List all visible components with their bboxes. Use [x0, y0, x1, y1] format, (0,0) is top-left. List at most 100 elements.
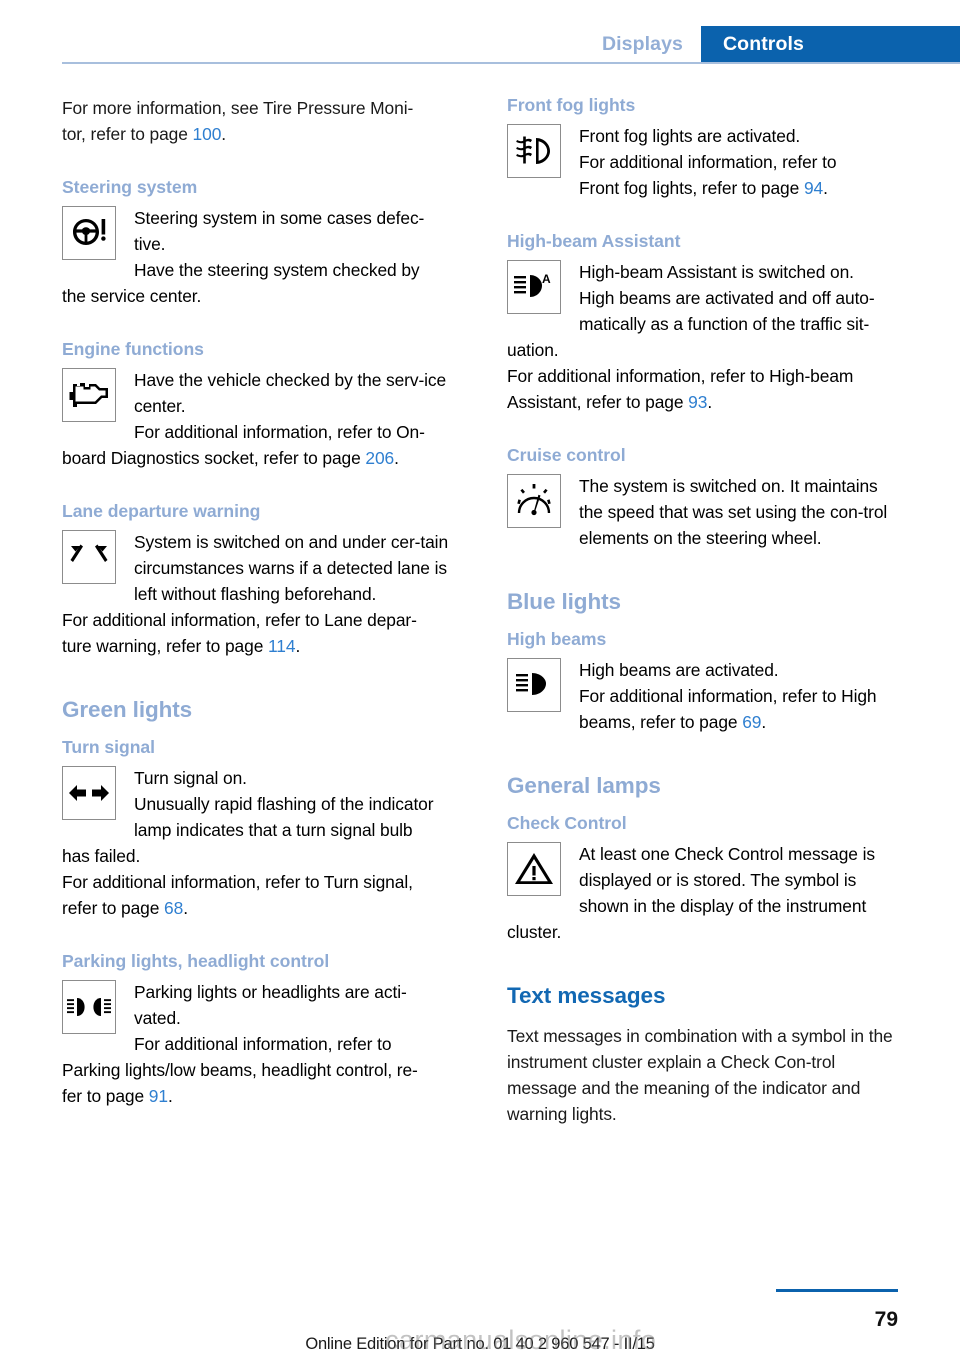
cruise-control-gauge-icon	[507, 474, 561, 528]
heading-check-control: Check Control	[507, 813, 627, 833]
entry-turn-signal: Turn signal on. Unusually rapid flashing…	[62, 765, 453, 921]
check-control-text-1: At least one Check Control message is di…	[579, 844, 875, 916]
parking-lights-text-1: Parking lights or headlights are acti-va…	[134, 982, 407, 1028]
page-header: Displays Controls	[0, 0, 960, 64]
steering-system-text: Steering system in some cases defec-tive…	[134, 205, 453, 283]
header-tabs: Displays Controls	[591, 26, 960, 62]
entry-high-beams: High beams are activated. For additional…	[507, 657, 898, 735]
heading-text-messages: Text messages	[507, 983, 666, 1008]
page-reference-93[interactable]: 93	[688, 392, 707, 412]
hba-text-1: High-beam Assistant is switched on.	[579, 262, 854, 282]
check-control-text-2: cluster.	[507, 922, 562, 942]
high-beam-icon	[507, 658, 561, 712]
parking-lights-text-4-prefix: fer to page	[62, 1086, 149, 1106]
parking-lights-wrap: Parking lights/low beams, headlight cont…	[62, 1057, 453, 1109]
page-reference-206[interactable]: 206	[365, 448, 394, 468]
parking-lights-text-2: For additional information, refer to	[134, 1034, 392, 1054]
heading-engine-functions: Engine functions	[62, 339, 204, 359]
check-control-text: At least one Check Control message is di…	[579, 841, 898, 919]
two-column-layout: For more information, see Tire Pressure …	[62, 95, 898, 1127]
steering-text-1: Steering system in some cases defec-tive…	[134, 208, 425, 254]
engine-text: Have the vehicle checked by the serv-ice…	[134, 367, 453, 445]
hba-text-5-suffix: .	[707, 392, 713, 412]
high-beam-assistant-text: High-beam Assistant is switched on. High…	[579, 259, 898, 337]
heading-front-fog-lights: Front fog lights	[507, 95, 636, 115]
heading-high-beams: High beams	[507, 629, 607, 649]
hba-text-5-prefix: Assistant, refer to page	[507, 392, 689, 412]
intro-line-2-prefix: tor, refer to page	[62, 124, 193, 144]
cruise-control-text-1: The system is switched on. It maintains …	[579, 476, 888, 548]
page-reference-114[interactable]: 114	[268, 636, 296, 656]
entry-check-control: At least one Check Control message is di…	[507, 841, 898, 945]
front-fog-text-3-suffix: .	[823, 178, 828, 198]
page-number: 79	[874, 1308, 898, 1331]
turn-signal-text-3: has failed.	[62, 846, 141, 866]
lane-text: System is switched on and under cer-tain…	[134, 529, 453, 607]
heading-turn-signal: Turn signal	[62, 737, 155, 757]
turn-signal-text-1: Turn signal on.	[134, 768, 247, 788]
steering-wheel-warning-icon	[62, 206, 116, 260]
entry-front-fog-lights: Front fog lights are activated. For addi…	[507, 123, 898, 201]
turn-signal-text-2: Unusually rapid flashing of the indicato…	[134, 794, 434, 840]
heading-steering-system: Steering system	[62, 177, 198, 197]
front-fog-text-3: Front fog lights, refer to page 94.	[579, 175, 898, 201]
intro-line-2-suffix: .	[221, 124, 226, 144]
entry-cruise-control: The system is switched on. It maintains …	[507, 473, 898, 551]
hba-text-3: uation.	[507, 340, 559, 360]
front-fog-text-3-prefix: Front fog lights, refer to page	[579, 178, 804, 198]
warning-triangle-icon	[507, 842, 561, 896]
header-divider	[62, 62, 960, 64]
page-reference-91[interactable]: 91	[149, 1086, 168, 1106]
engine-text-1: Have the vehicle checked by the serv-ice…	[134, 370, 447, 416]
intro-line-1: For more information, see Tire Pressure …	[62, 98, 414, 118]
hba-text-4: For additional information, refer to Hig…	[507, 366, 854, 386]
cruise-control-text: The system is switched on. It maintains …	[579, 473, 898, 551]
svg-text:A: A	[542, 272, 551, 286]
high-beams-text-3: beams, refer to page 69.	[579, 709, 898, 735]
heading-green-lights: Green lights	[62, 697, 193, 722]
turn-signal-text: Turn signal on. Unusually rapid flashing…	[134, 765, 453, 843]
tab-displays[interactable]: Displays	[591, 26, 701, 62]
page-reference-100[interactable]: 100	[193, 124, 222, 144]
right-column: Front fog lights Front fog lights are ac…	[507, 95, 898, 1127]
turn-signal-wrap: has failed. For additional information, …	[62, 843, 453, 921]
high-beams-text-3-prefix: beams, refer to page	[579, 712, 743, 732]
high-beam-assistant-icon: A	[507, 260, 561, 314]
high-beams-text-2: For additional information, refer to Hig…	[579, 686, 877, 706]
page-footer: 79 Online Edition for Part no. 01 40 2 9…	[0, 1266, 960, 1362]
heading-blue-lights: Blue lights	[507, 589, 621, 614]
hba-wrap: uation. For additional information, refe…	[507, 337, 898, 415]
front-fog-text-2: For additional information, refer to	[579, 152, 837, 172]
lane-text-3-prefix: ture warning, refer to page	[62, 636, 269, 656]
parking-lights-icon	[62, 980, 116, 1034]
page-reference-69[interactable]: 69	[742, 712, 761, 732]
heading-general-lamps: General lamps	[507, 773, 661, 798]
heading-lane-departure-warning: Lane departure warning	[62, 501, 261, 521]
tab-controls[interactable]: Controls	[701, 26, 960, 62]
steering-text-2: Have the steering system checked by	[134, 260, 420, 280]
lane-text-2: For additional information, refer to Lan…	[62, 610, 417, 630]
parking-lights-text-4-suffix: .	[167, 1086, 173, 1106]
entry-lane-departure-warning: System is switched on and under cer-tain…	[62, 529, 453, 659]
footer-rule	[776, 1289, 898, 1292]
entry-steering-system: Steering system in some cases defec-tive…	[62, 205, 453, 309]
page-content: For more information, see Tire Pressure …	[62, 95, 898, 1127]
heading-cruise-control: Cruise control	[507, 445, 626, 465]
high-beams-text: High beams are activated. For additional…	[579, 657, 898, 735]
turn-signal-text-4: For additional information, refer to Tur…	[62, 872, 413, 892]
turn-signal-arrows-icon	[62, 766, 116, 820]
engine-text-3-suffix: .	[394, 448, 399, 468]
lane-text-3-suffix: .	[295, 636, 301, 656]
page-reference-68[interactable]: 68	[164, 898, 183, 918]
page-reference-94[interactable]: 94	[804, 178, 823, 198]
heading-high-beam-assistant: High-beam Assistant	[507, 231, 681, 251]
front-fog-text-1: Front fog lights are activated.	[579, 126, 801, 146]
text-messages-body: Text messages in combination with a symb…	[507, 1026, 893, 1124]
engine-text-3: board Diagnostics socket, refer to page …	[62, 445, 453, 471]
